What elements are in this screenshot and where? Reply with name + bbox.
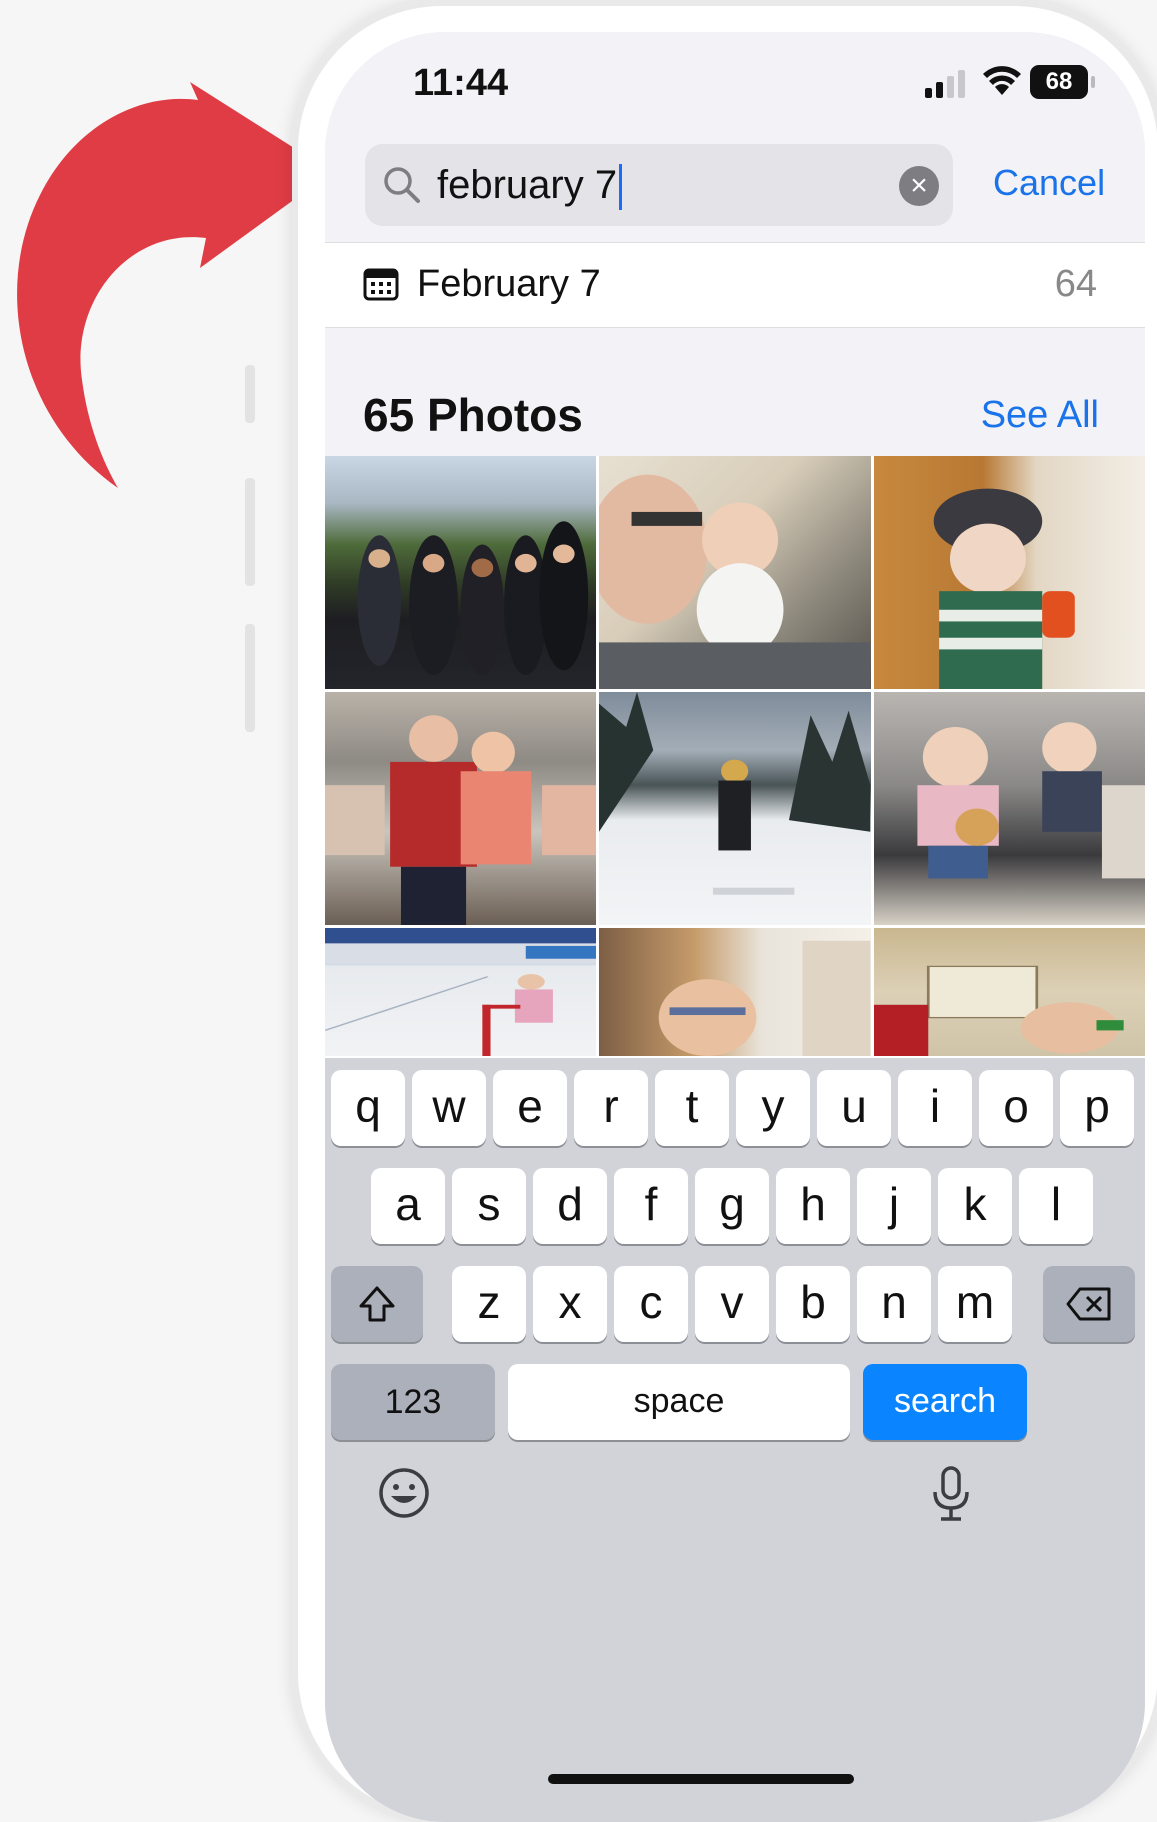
key-w[interactable]: w <box>412 1070 486 1146</box>
photo-skier-on-slope[interactable] <box>599 692 871 925</box>
shift-icon <box>359 1286 395 1322</box>
key-a[interactable]: a <box>371 1168 445 1244</box>
key-v[interactable]: v <box>695 1266 769 1342</box>
key-n[interactable]: n <box>857 1266 931 1342</box>
suggestion-label: February 7 <box>417 263 601 305</box>
key-f[interactable]: f <box>614 1168 688 1244</box>
search-icon <box>384 167 420 203</box>
key-k[interactable]: k <box>938 1168 1012 1244</box>
clear-icon[interactable]: × <box>899 166 939 206</box>
photo-boy-with-glasses[interactable] <box>599 928 871 1056</box>
photo-man-with-baby[interactable] <box>599 456 871 689</box>
volume-down-button <box>245 624 255 732</box>
calendar-icon <box>363 268 399 301</box>
key-l[interactable]: l <box>1019 1168 1093 1244</box>
key-p[interactable]: p <box>1060 1070 1134 1146</box>
shift-key[interactable] <box>331 1266 423 1342</box>
suggestion-row[interactable]: February 7 64 <box>325 242 1145 328</box>
key-s[interactable]: s <box>452 1168 526 1244</box>
results-title: 65 Photos <box>363 389 583 441</box>
key-x[interactable]: x <box>533 1266 607 1342</box>
battery-indicator: 68 <box>1030 65 1095 99</box>
key-j[interactable]: j <box>857 1168 931 1244</box>
status-bar: 11:44 68 <box>325 32 1145 142</box>
volume-button <box>245 365 255 423</box>
key-z[interactable]: z <box>452 1266 526 1342</box>
status-time: 11:44 <box>413 62 509 104</box>
key-g[interactable]: g <box>695 1168 769 1244</box>
home-indicator <box>548 1774 854 1784</box>
search-query: february 7 <box>437 163 618 207</box>
text-caret <box>619 164 623 211</box>
cellular-signal-icon <box>925 70 965 98</box>
numbers-key[interactable]: 123 <box>331 1364 495 1440</box>
key-b[interactable]: b <box>776 1266 850 1342</box>
volume-up-button <box>245 478 255 586</box>
microphone-icon[interactable] <box>931 1464 971 1524</box>
photo-group-outdoors[interactable] <box>325 456 597 689</box>
cancel-button[interactable]: Cancel <box>993 162 1105 204</box>
photo-child-with-helmet[interactable] <box>873 456 1145 689</box>
space-key[interactable]: space <box>508 1364 850 1440</box>
key-c[interactable]: c <box>614 1266 688 1342</box>
emoji-icon[interactable] <box>377 1466 431 1520</box>
key-o[interactable]: o <box>979 1070 1053 1146</box>
search-key[interactable]: search <box>863 1364 1027 1440</box>
see-all-link[interactable]: See All <box>981 394 1099 437</box>
key-q[interactable]: q <box>331 1070 405 1146</box>
photo-kids-in-car-seats[interactable] <box>873 692 1145 925</box>
key-t[interactable]: t <box>655 1070 729 1146</box>
photo-child-ice-skating[interactable] <box>325 928 597 1056</box>
key-h[interactable]: h <box>776 1168 850 1244</box>
keyboard: q w e r t y u i o p a s d f g h j k l z … <box>325 1058 1145 1822</box>
key-u[interactable]: u <box>817 1070 891 1146</box>
suggestion-count: 64 <box>1054 263 1097 305</box>
key-d[interactable]: d <box>533 1168 607 1244</box>
search-input[interactable]: february 7 <box>437 160 623 211</box>
photo-grid <box>325 456 1145 1058</box>
key-m[interactable]: m <box>938 1266 1012 1342</box>
screen: 11:44 68 february 7 × Cancel February 7 … <box>325 32 1145 1822</box>
photo-couple-at-market[interactable] <box>325 692 597 925</box>
key-r[interactable]: r <box>574 1070 648 1146</box>
key-y[interactable]: y <box>736 1070 810 1146</box>
backspace-icon <box>1066 1287 1111 1321</box>
key-e[interactable]: e <box>493 1070 567 1146</box>
key-i[interactable]: i <box>898 1070 972 1146</box>
photo-board-game[interactable] <box>873 928 1145 1056</box>
search-field[interactable]: february 7 × <box>365 144 953 226</box>
wifi-icon <box>983 66 1021 95</box>
backspace-key[interactable] <box>1043 1266 1135 1342</box>
